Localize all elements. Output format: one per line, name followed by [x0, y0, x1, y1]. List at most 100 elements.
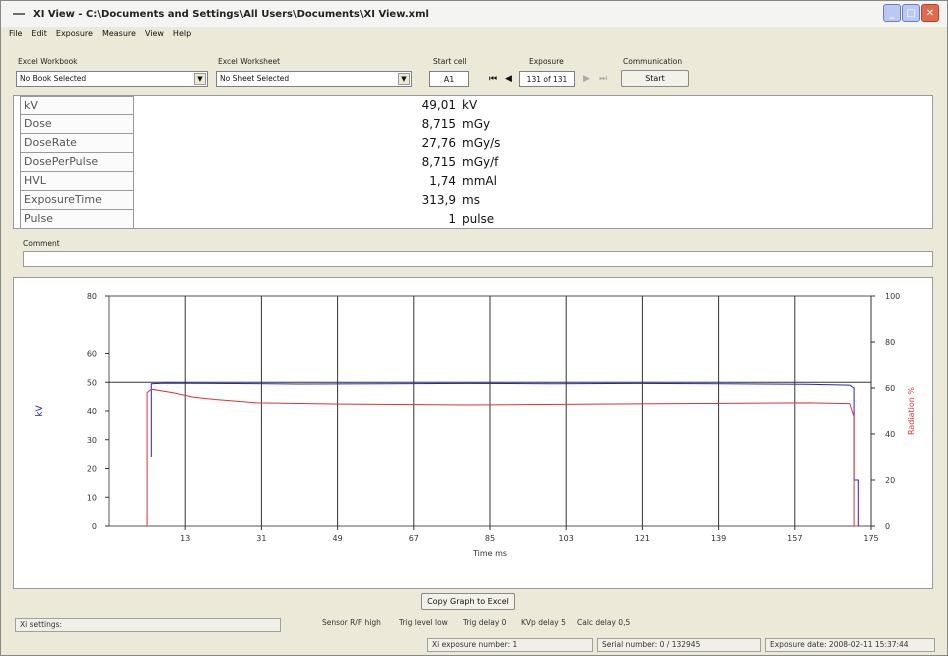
workbook-value: No Book Selected: [20, 74, 87, 83]
next-exposure-icon[interactable]: ▶: [583, 74, 590, 84]
x-axis-label: Time ms: [472, 549, 507, 558]
minimize-icon[interactable]: _: [883, 4, 901, 22]
menu-edit[interactable]: Edit: [31, 29, 47, 43]
menu-measure[interactable]: Measure: [102, 29, 136, 43]
prev-exposure-icon[interactable]: ◀: [505, 74, 512, 84]
y2-tick-label: 0: [885, 522, 890, 531]
x-tick-label: 31: [256, 534, 266, 543]
copy-graph-button[interactable]: Copy Graph to Excel: [421, 593, 515, 610]
menu-view[interactable]: View: [145, 29, 164, 43]
x-tick-label: 157: [787, 534, 802, 543]
reading-row-hvl: HVL 1,74 mmAl: [14, 172, 932, 191]
y-tick-label: 0: [92, 522, 97, 531]
readings-panel: kV 49,01 kV Dose 8,715 mGy DoseRate 27,7…: [13, 95, 933, 229]
y2-tick-label: 60: [885, 384, 895, 393]
y-tick-label: 80: [87, 292, 97, 301]
reading-unit: kV: [462, 98, 478, 112]
y-tick-label: 40: [87, 407, 97, 416]
x-tick-label: 67: [409, 534, 419, 543]
status-serial-number: Serial number: 0 / 132945: [597, 638, 761, 652]
y2-axis-label: Radiation %: [907, 387, 916, 435]
start-button[interactable]: Start: [621, 70, 689, 87]
reading-unit: mGy/f: [462, 155, 499, 169]
reading-value: 1,74: [429, 174, 456, 188]
y2-tick-label: 80: [885, 338, 895, 347]
series-line-1: [146, 388, 859, 527]
status-trig-level: Trig level low: [399, 618, 448, 627]
reading-value: 8,715: [421, 117, 456, 131]
x-tick-label: 121: [635, 534, 650, 543]
last-exposure-icon[interactable]: ⏭: [599, 74, 607, 84]
y2-tick-label: 20: [885, 476, 895, 485]
reading-unit: mGy: [462, 117, 491, 131]
y2-tick-label: 100: [885, 292, 900, 301]
reading-label: DosePerPulse: [20, 153, 134, 172]
menu-exposure[interactable]: Exposure: [56, 29, 93, 43]
startcell-input[interactable]: A1: [429, 71, 469, 87]
reading-label: HVL: [20, 172, 134, 191]
menu-file[interactable]: File: [9, 29, 22, 43]
reading-value: 49,01: [421, 98, 456, 112]
chart-panel: 13 31 49 67 85 103 121 139 157 175 0 10 20 30 40 50 60 80…: [13, 277, 933, 589]
y-tick-label: 50: [87, 378, 97, 387]
close-icon[interactable]: ✕: [921, 4, 939, 22]
reading-row-doserate: DoseRate 27,76 mGy/s: [14, 134, 932, 153]
reading-label: ExposureTime: [20, 191, 134, 210]
x-tick-label: 139: [711, 534, 726, 543]
reading-label: Pulse: [20, 210, 134, 229]
reading-label: DoseRate: [20, 134, 134, 153]
reading-label: kV: [20, 96, 134, 115]
x-tick-label: 49: [333, 534, 343, 543]
comment-input[interactable]: [23, 251, 933, 267]
y2-tick-label: 40: [885, 430, 895, 439]
worksheet-select[interactable]: No Sheet Selected ▼: [216, 71, 412, 87]
startcell-label: Start cell: [433, 57, 467, 66]
y-tick-label: 10: [87, 493, 97, 502]
communication-label: Communication: [623, 57, 683, 66]
reading-unit: ms: [462, 193, 480, 207]
reading-row-exposuretime: ExposureTime 313,9 ms: [14, 191, 932, 210]
reading-unit: mmAl: [462, 174, 497, 188]
window-title: XI View - C:\Documents and Settings\All …: [33, 8, 429, 20]
first-exposure-icon[interactable]: ⏮: [489, 74, 497, 84]
x-tick-label: 103: [559, 534, 574, 543]
reading-unit: mGy/s: [462, 136, 501, 150]
menu-help[interactable]: Help: [173, 29, 191, 43]
reading-value: 8,715: [421, 155, 456, 169]
y-tick-label: 60: [87, 350, 97, 359]
workbook-select[interactable]: No Book Selected ▼: [16, 71, 208, 87]
maximize-icon[interactable]: □: [902, 4, 920, 22]
worksheet-value: No Sheet Selected: [220, 74, 290, 83]
reading-label: Dose: [20, 115, 134, 134]
menu-bar: File Edit Exposure Measure View Help: [9, 29, 191, 43]
worksheet-label: Excel Worksheet: [218, 57, 281, 66]
exposure-chart: 13 31 49 67 85 103 121 139 157 175 0 10 20 30 40 50 60 80…: [35, 292, 916, 558]
chevron-down-icon[interactable]: ▼: [194, 73, 206, 85]
status-calc-delay: Calc delay 0,5: [577, 618, 631, 627]
reading-value: 313,9: [421, 193, 456, 207]
window-controls: _ □ ✕: [883, 4, 939, 22]
status-kvp-delay: KVp delay 5: [521, 618, 566, 627]
comment-label: Comment: [23, 239, 60, 248]
y-tick-label: 20: [87, 465, 97, 474]
status-trig-delay: Trig delay 0: [463, 618, 507, 627]
reading-row-pulse: Pulse 1 pulse: [14, 210, 932, 229]
x-tick-label: 175: [863, 534, 878, 543]
reading-row-kv: kV 49,01 kV: [14, 96, 932, 115]
chevron-down-icon[interactable]: ▼: [398, 73, 410, 85]
y-axis-label: kV: [35, 404, 45, 416]
status-exposure-number: Xi exposure number: 1: [427, 638, 593, 652]
exposure-label: Exposure: [529, 57, 564, 66]
app-window: XI View - C:\Documents and Settings\All …: [0, 0, 948, 656]
reading-value: 1: [448, 212, 456, 226]
status-exposure-date: Exposure date: 2008-02-11 15:37:44: [765, 638, 935, 652]
x-tick-label: 85: [485, 534, 495, 543]
exposure-counter[interactable]: 131 of 131: [519, 71, 575, 87]
app-icon: [13, 8, 27, 20]
reading-row-dose: Dose 8,715 mGy: [14, 115, 932, 134]
title-bar: XI View - C:\Documents and Settings\All …: [1, 1, 947, 27]
reading-value: 27,76: [421, 136, 456, 150]
status-sensor: Sensor R/F high: [322, 618, 381, 627]
reading-unit: pulse: [462, 212, 495, 226]
reading-row-doseperpulse: DosePerPulse 8,715 mGy/f: [14, 153, 932, 172]
